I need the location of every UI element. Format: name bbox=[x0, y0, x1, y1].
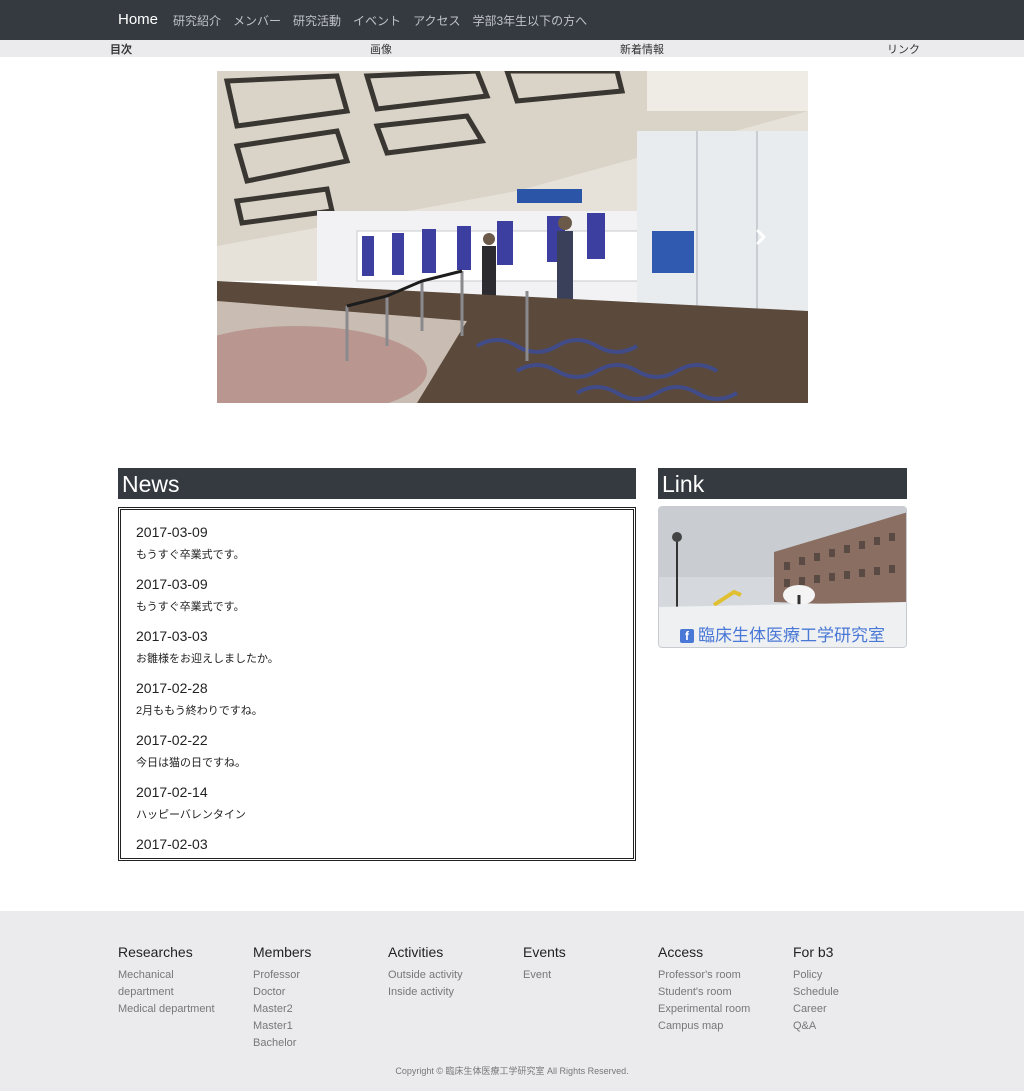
footer-link[interactable]: Policy bbox=[793, 967, 923, 984]
hero-carousel bbox=[217, 71, 808, 403]
footer-title: Activities bbox=[388, 944, 444, 960]
section-subnav: 目次 画像 新着情報 リンク bbox=[0, 40, 1024, 57]
news-text: お雛様をお迎えしましたか。 bbox=[136, 653, 279, 665]
news-heading: News bbox=[118, 468, 636, 499]
facebook-page-link[interactable]: f 臨床生体医療工学研究室 bbox=[659, 621, 906, 646]
footer-link[interactable]: Inside activity bbox=[388, 984, 518, 1001]
footer-link[interactable]: Bachelor bbox=[253, 1035, 383, 1052]
footer-link[interactable]: Medical department bbox=[118, 1001, 248, 1018]
footer-link[interactable]: Experimental room bbox=[658, 1001, 788, 1018]
footer-title: Members bbox=[253, 944, 312, 960]
footer-link[interactable]: Q&A bbox=[793, 1018, 923, 1035]
news-date: 2017-03-03 bbox=[136, 628, 208, 644]
news-text: 2月ももう終わりですね。 bbox=[136, 705, 263, 717]
news-text: もうすぐ卒業式です。 bbox=[136, 601, 245, 613]
top-navbar: Home 研究紹介 メンバー 研究活動 イベント アクセス 学部3年生以下の方へ bbox=[0, 0, 1024, 40]
subnav-item-images[interactable]: 画像 bbox=[370, 41, 392, 57]
news-list[interactable]: 2017-03-09 もうすぐ卒業式です。 2017-03-09 もうすぐ卒業式… bbox=[118, 507, 636, 861]
footer-col-for-b3: For b3 Policy Schedule Career Q&A bbox=[793, 944, 923, 1035]
footer-col-access: Access Professor's room Student's room E… bbox=[658, 944, 788, 1035]
footer-link[interactable]: Mechanical department bbox=[118, 967, 218, 1001]
copyright-text: Copyright © 臨床生体医療工学研究室 All Rights Reser… bbox=[395, 1066, 629, 1076]
nav-item-members[interactable]: メンバー bbox=[233, 12, 281, 29]
home-link[interactable]: Home bbox=[118, 11, 158, 28]
news-date: 2017-02-14 bbox=[136, 784, 208, 800]
footer-link[interactable]: Outside activity bbox=[388, 967, 518, 984]
news-date: 2017-03-09 bbox=[136, 524, 208, 540]
nav-item-for-undergrads[interactable]: 学部3年生以下の方へ bbox=[472, 12, 587, 29]
nav-item-access[interactable]: アクセス bbox=[413, 12, 460, 29]
hero-image bbox=[217, 71, 808, 403]
site-footer: Researches Mechanical department Medical… bbox=[0, 911, 1024, 1091]
footer-col-members: Members Professor Doctor Master2 Master1… bbox=[253, 944, 383, 1052]
footer-link[interactable]: Campus map bbox=[658, 1018, 788, 1035]
link-heading: Link bbox=[658, 468, 907, 499]
footer-link[interactable]: Event bbox=[523, 967, 653, 984]
footer-col-researches: Researches Mechanical department Medical… bbox=[118, 944, 248, 1018]
footer-col-events: Events Event bbox=[523, 944, 653, 984]
footer-title: For b3 bbox=[793, 944, 834, 960]
footer-link[interactable]: Professor bbox=[253, 967, 383, 984]
nav-item-activities[interactable]: 研究活動 bbox=[293, 12, 341, 29]
footer-link[interactable]: Schedule bbox=[793, 984, 923, 1001]
news-text: 今日は猫の日ですね。 bbox=[136, 757, 246, 769]
news-date: 2017-03-09 bbox=[136, 576, 208, 592]
footer-link[interactable]: Doctor bbox=[253, 984, 383, 1001]
subnav-item-links[interactable]: リンク bbox=[887, 41, 920, 57]
news-date: 2017-02-22 bbox=[136, 732, 208, 748]
nav-links: 研究紹介 メンバー 研究活動 イベント アクセス 学部3年生以下の方へ bbox=[173, 12, 587, 29]
news-text: もうすぐ卒業式です。 bbox=[136, 549, 245, 561]
news-date: 2017-02-03 bbox=[136, 836, 208, 852]
footer-link[interactable]: Master2 bbox=[253, 1001, 383, 1018]
footer-title: Events bbox=[523, 944, 566, 960]
news-date: 2017-02-28 bbox=[136, 680, 208, 696]
facebook-page-label: 臨床生体医療工学研究室 bbox=[698, 626, 885, 645]
subnav-item-contents[interactable]: 目次 bbox=[110, 41, 132, 57]
footer-link[interactable]: Master1 bbox=[253, 1018, 383, 1035]
news-text: ハッピーバレンタイン bbox=[136, 809, 246, 821]
footer-link[interactable]: Professor's room bbox=[658, 967, 788, 984]
nav-item-research[interactable]: 研究紹介 bbox=[173, 12, 221, 29]
facebook-link-card[interactable]: f 臨床生体医療工学研究室 bbox=[658, 506, 907, 648]
footer-link[interactable]: Career bbox=[793, 1001, 923, 1018]
footer-title: Researches bbox=[118, 944, 193, 960]
chevron-right-icon[interactable] bbox=[750, 226, 772, 248]
subnav-item-news[interactable]: 新着情報 bbox=[620, 41, 664, 57]
footer-link[interactable]: Student's room bbox=[658, 984, 788, 1001]
footer-title: Access bbox=[658, 944, 704, 960]
facebook-icon: f bbox=[680, 629, 694, 643]
footer-col-activities: Activities Outside activity Inside activ… bbox=[388, 944, 518, 1001]
nav-item-events[interactable]: イベント bbox=[353, 12, 401, 29]
